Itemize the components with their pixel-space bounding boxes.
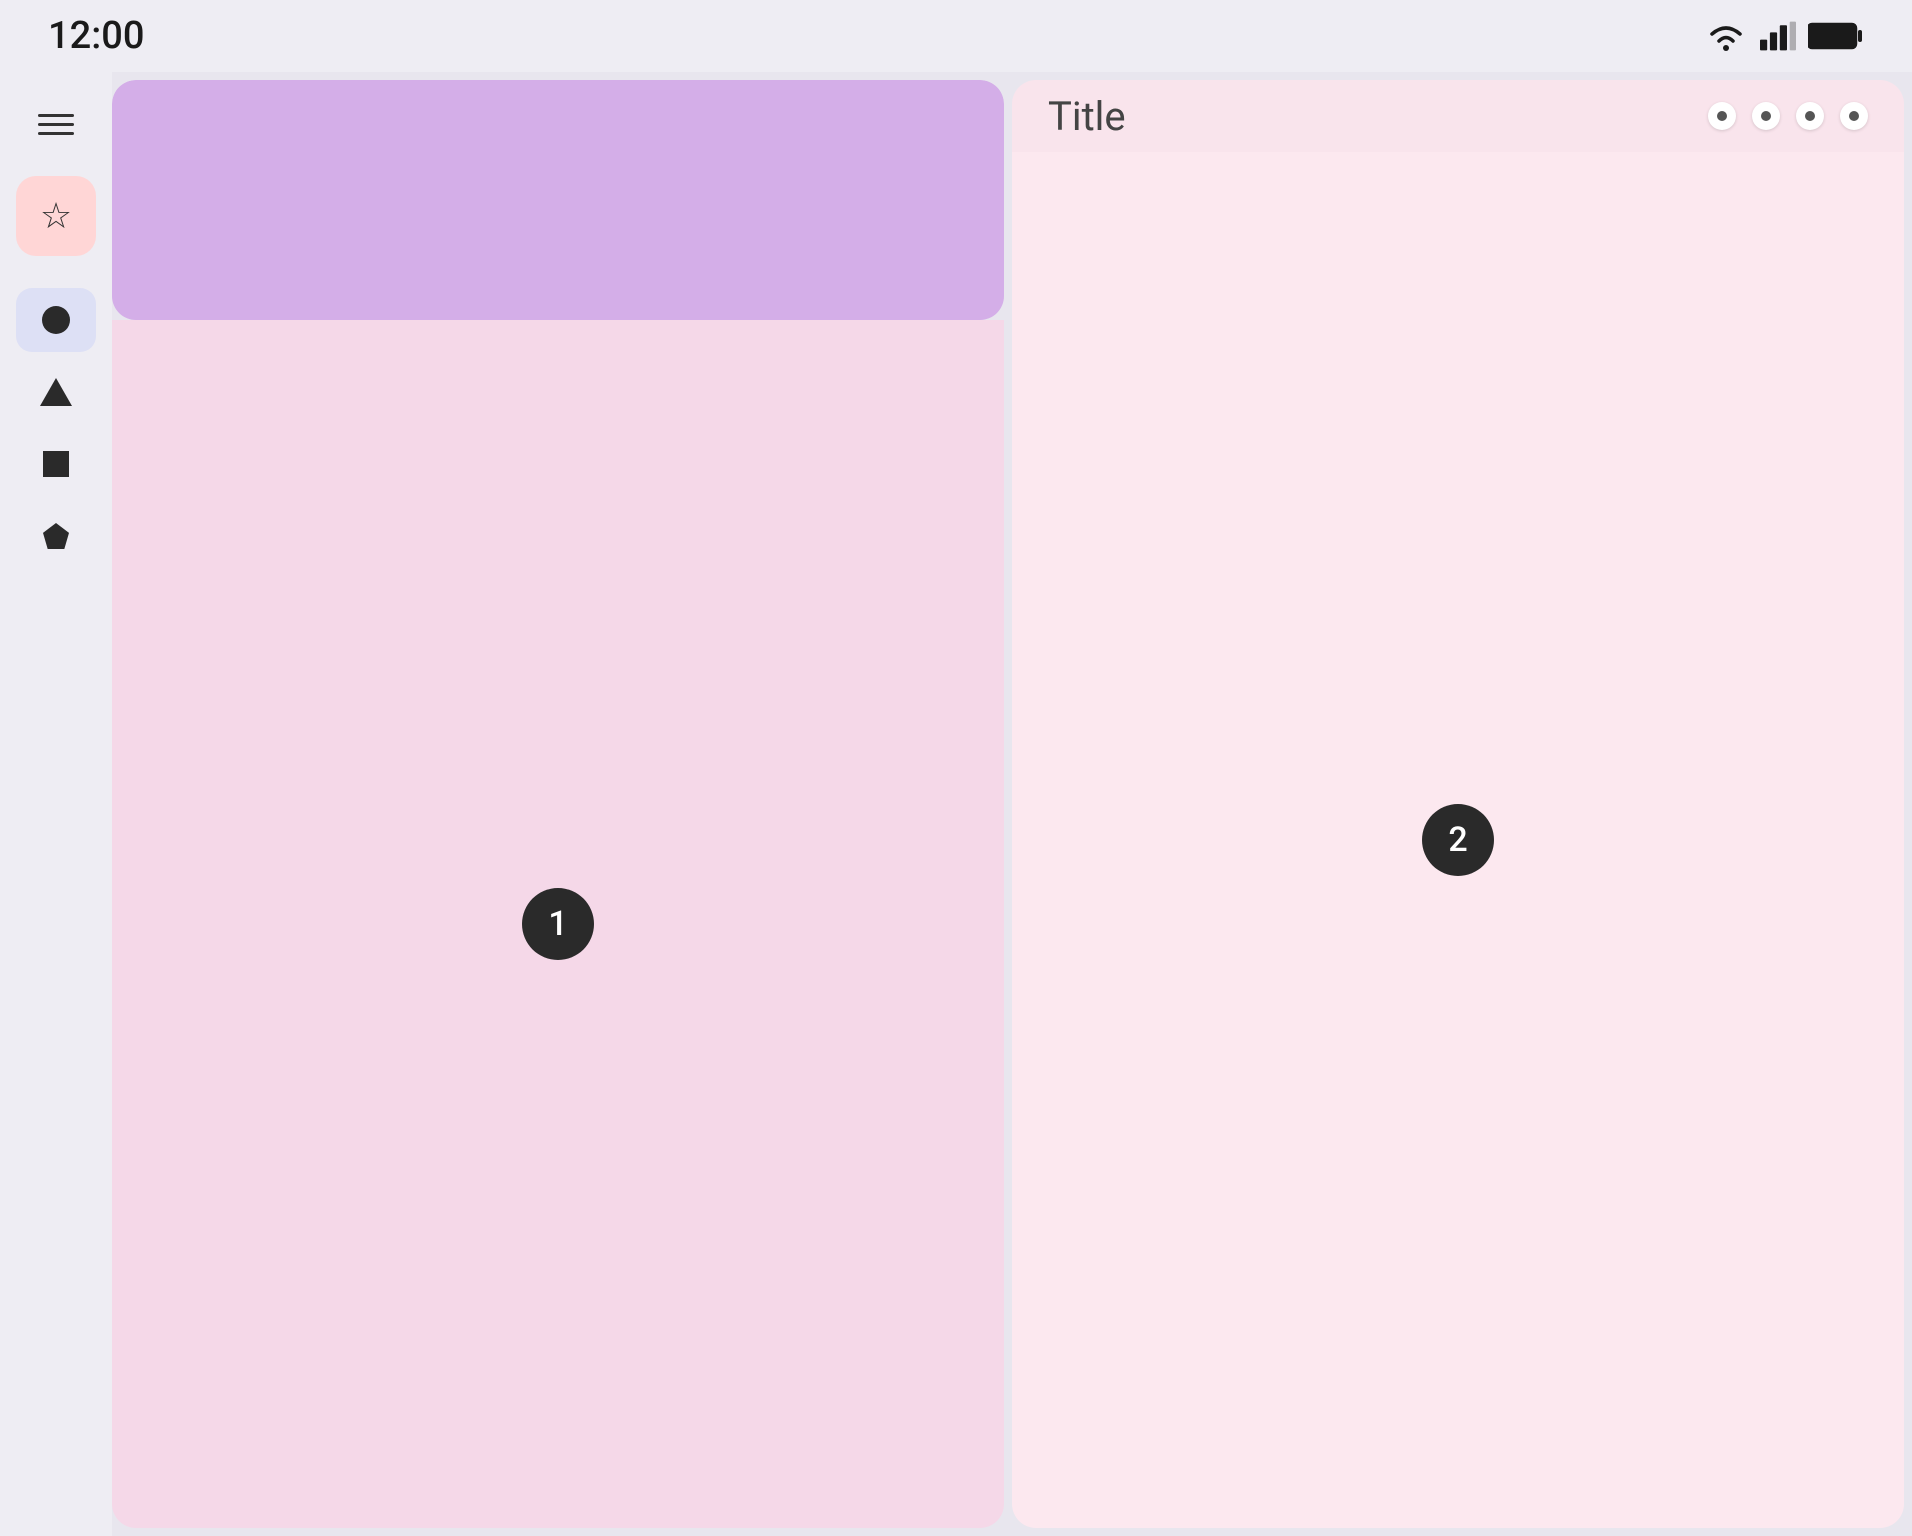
wifi-icon bbox=[1704, 20, 1748, 52]
right-header: Title bbox=[1012, 80, 1904, 152]
header-dot-inner-2 bbox=[1761, 111, 1771, 121]
hamburger-line-2 bbox=[38, 123, 74, 126]
header-dot-1[interactable] bbox=[1708, 102, 1736, 130]
right-header-dots bbox=[1708, 102, 1868, 130]
right-content: 2 bbox=[1012, 152, 1904, 1528]
battery-icon bbox=[1808, 22, 1864, 50]
status-icons bbox=[1704, 20, 1864, 52]
sidebar-item-circle[interactable] bbox=[16, 288, 96, 352]
right-panel: Title 2 bbox=[1012, 80, 1904, 1528]
signal-icon bbox=[1760, 20, 1796, 52]
header-dot-inner-3 bbox=[1805, 111, 1815, 121]
favorites-button[interactable]: ☆ bbox=[16, 176, 96, 256]
sidebar: ☆ bbox=[0, 72, 112, 1536]
right-panel-title: Title bbox=[1048, 93, 1126, 140]
star-icon: ☆ bbox=[40, 195, 72, 237]
status-bar: 12:00 bbox=[0, 0, 1912, 72]
status-time: 12:00 bbox=[48, 14, 144, 58]
sidebar-item-square[interactable] bbox=[16, 432, 96, 496]
hamburger-line-1 bbox=[38, 114, 74, 117]
right-badge: 2 bbox=[1422, 804, 1494, 876]
header-dot-inner-1 bbox=[1717, 111, 1727, 121]
sidebar-item-pentagon[interactable] bbox=[16, 504, 96, 568]
left-bottom-card: 1 bbox=[112, 320, 1004, 1528]
hamburger-menu-button[interactable] bbox=[20, 92, 92, 156]
square-icon bbox=[43, 451, 69, 477]
triangle-icon bbox=[40, 378, 72, 406]
header-dot-2[interactable] bbox=[1752, 102, 1780, 130]
pentagon-icon bbox=[43, 523, 69, 549]
header-dot-4[interactable] bbox=[1840, 102, 1868, 130]
left-top-card bbox=[112, 80, 1004, 320]
hamburger-line-3 bbox=[38, 132, 74, 135]
main-layout: ☆ 1 Title bbox=[0, 72, 1912, 1536]
left-badge: 1 bbox=[522, 888, 594, 960]
circle-icon bbox=[42, 306, 70, 334]
header-dot-inner-4 bbox=[1849, 111, 1859, 121]
content-area: 1 Title bbox=[112, 72, 1912, 1536]
sidebar-item-triangle[interactable] bbox=[16, 360, 96, 424]
left-panel: 1 bbox=[112, 80, 1004, 1528]
header-dot-3[interactable] bbox=[1796, 102, 1824, 130]
